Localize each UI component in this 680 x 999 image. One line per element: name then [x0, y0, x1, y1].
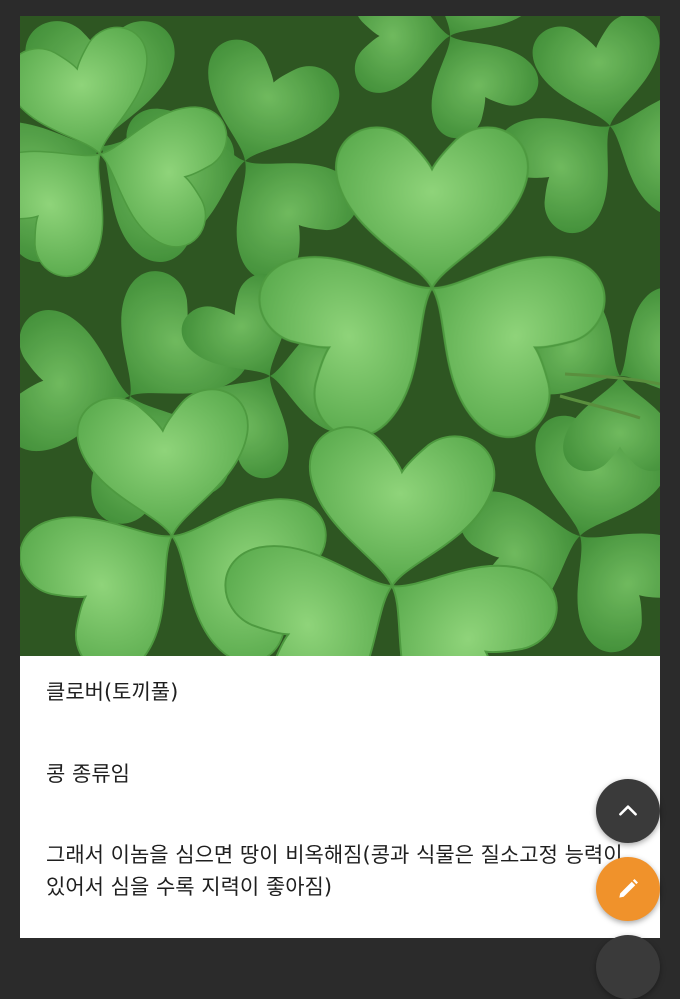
post-text-paragraph: 그래서 이놈을 심으면 땅이 비옥해짐(콩과 식물은 질소고정 능력이 있어서 … [46, 843, 623, 899]
clover-photo [20, 16, 660, 656]
chevron-up-icon [619, 805, 637, 816]
post-text-line: 콩 종류임 [46, 762, 130, 786]
pencil-icon [619, 879, 638, 898]
scroll-top-button[interactable] [596, 779, 660, 843]
more-button[interactable] [596, 935, 660, 999]
post-card: 클로버(토끼풀) 콩 종류임 그래서 이놈을 심으면 땅이 비옥해짐(콩과 식물… [20, 16, 660, 938]
post-title-line: 클로버(토끼풀) [46, 680, 179, 704]
write-button[interactable] [596, 857, 660, 921]
